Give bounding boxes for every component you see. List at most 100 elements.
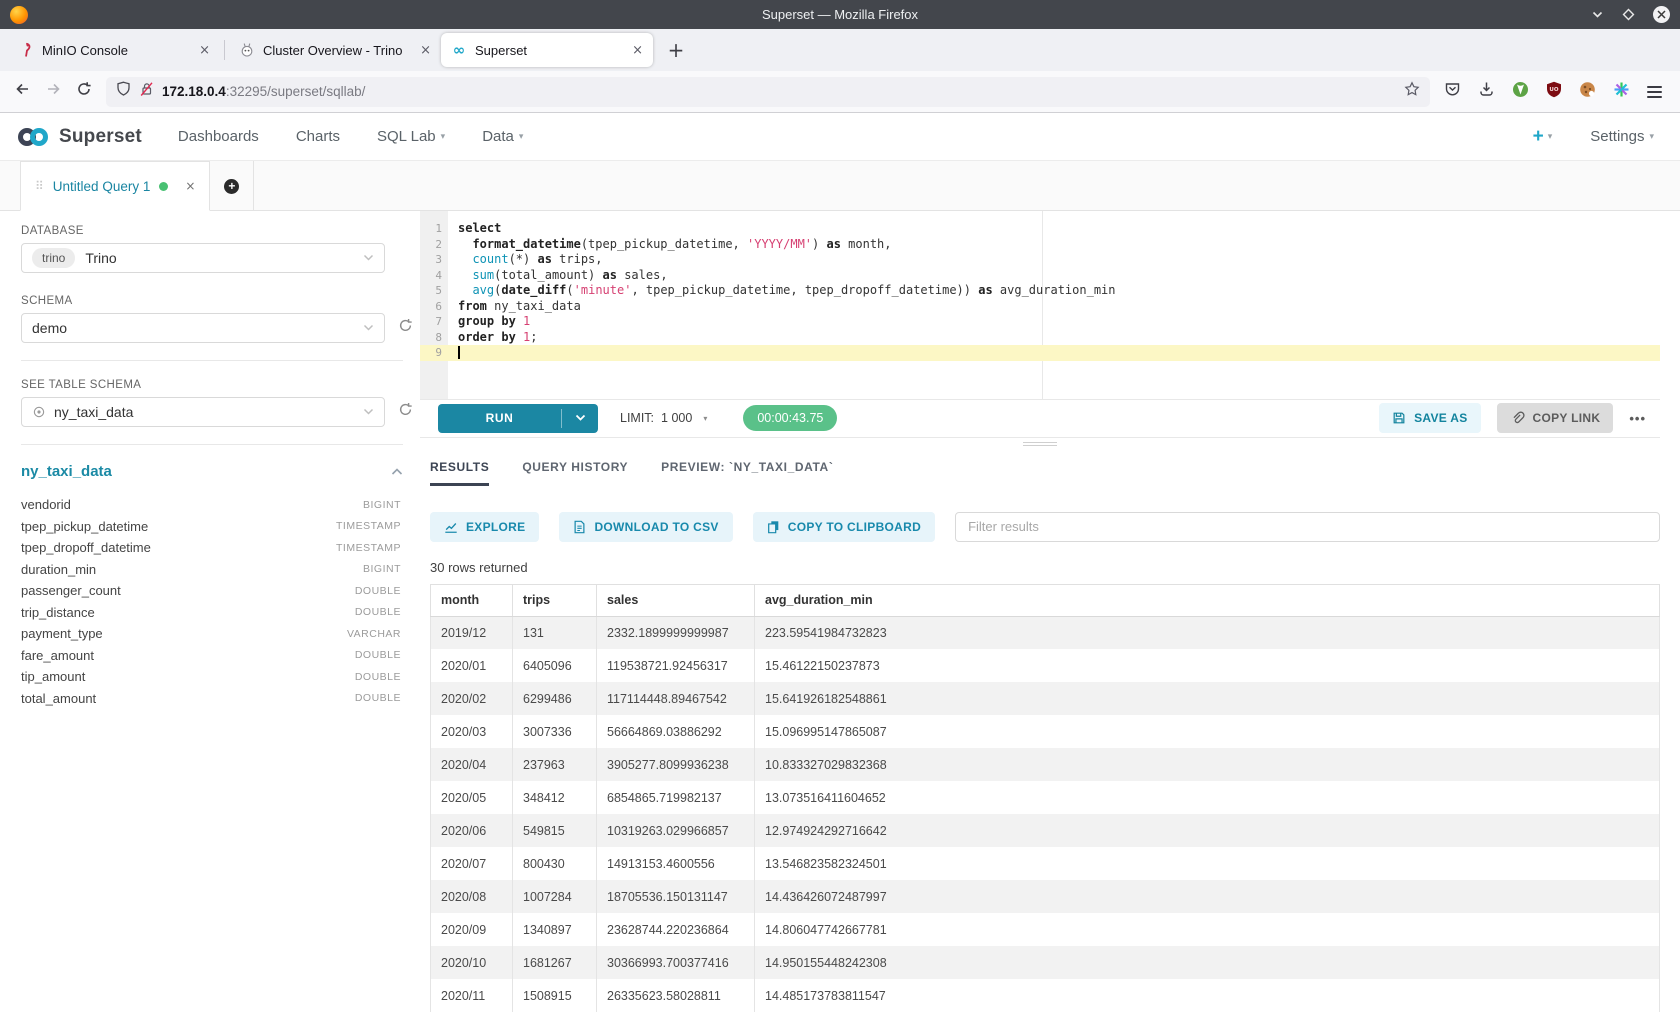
run-button[interactable]: RUN xyxy=(438,404,598,433)
sql-editor[interactable]: 1select2 format_datetime(tpep_pickup_dat… xyxy=(420,211,1660,399)
table-cell: 6299486 xyxy=(513,682,597,715)
superset-favicon-icon: ∞ xyxy=(451,42,467,58)
chevron-down-icon xyxy=(363,403,374,421)
pane-splitter[interactable] xyxy=(420,438,1660,450)
copy-clipboard-button[interactable]: COPY TO CLIPBOARD xyxy=(753,512,935,542)
database-select[interactable]: trino Trino xyxy=(21,243,385,273)
download-csv-button[interactable]: DOWNLOAD TO CSV xyxy=(559,512,732,542)
column-type: DOUBLE xyxy=(355,692,401,704)
limit-control[interactable]: LIMIT: 1 000 ▾ xyxy=(620,411,707,425)
privacy-badger-icon[interactable] xyxy=(1512,81,1529,103)
code-line: 6from ny_taxi_data xyxy=(420,299,1660,315)
schema-column-row: duration_minBIGINT xyxy=(21,559,401,581)
table-select[interactable]: ny_taxi_data xyxy=(21,397,385,427)
browser-tab-minio[interactable]: MinIO Console × xyxy=(8,33,220,67)
chevron-up-icon[interactable] xyxy=(391,467,403,476)
caret-down-icon: ▾ xyxy=(1548,132,1553,142)
code-text xyxy=(448,345,460,361)
browser-tab-superset[interactable]: ∞ Superset × xyxy=(441,33,653,67)
new-tab-button[interactable]: + xyxy=(661,35,691,65)
back-button[interactable] xyxy=(14,81,31,102)
insecure-lock-icon[interactable] xyxy=(139,81,154,102)
table-cell: 2020/09 xyxy=(431,913,513,946)
table-cell: 2019/12 xyxy=(431,616,513,649)
tab-preview-table[interactable]: PREVIEW: `NY_TAXI_DATA` xyxy=(661,449,833,485)
run-label[interactable]: RUN xyxy=(438,404,561,433)
menu-hamburger-icon[interactable] xyxy=(1647,83,1662,101)
copy-link-button[interactable]: COPY LINK xyxy=(1497,403,1614,433)
explore-button[interactable]: EXPLORE xyxy=(430,512,539,542)
reload-button[interactable] xyxy=(76,81,92,102)
download-csv-label: DOWNLOAD TO CSV xyxy=(594,520,718,534)
results-actions: EXPLORE DOWNLOAD TO CSV COPY TO CLIPBOAR… xyxy=(420,512,1660,542)
bookmark-star-icon[interactable] xyxy=(1404,81,1420,102)
forward-button[interactable] xyxy=(45,81,62,102)
column-type: TIMESTAMP xyxy=(336,520,401,532)
query-tab-active[interactable]: ⠿ Untitled Query 1 × xyxy=(20,161,210,211)
column-header[interactable]: avg_duration_min xyxy=(755,584,1660,616)
url-bar[interactable]: 172.18.0.4:32295/superset/sqllab/ xyxy=(106,77,1430,107)
tab-close-icon[interactable]: × xyxy=(199,44,210,57)
window-minimize-icon[interactable] xyxy=(1591,8,1604,21)
table-cell: 30366993.700377416 xyxy=(597,946,755,979)
table-row: 2019/121312332.1899999999987223.59541984… xyxy=(431,616,1660,649)
downloads-icon[interactable] xyxy=(1478,81,1495,102)
tab-query-history[interactable]: QUERY HISTORY xyxy=(522,449,628,485)
extension-asterisk-icon[interactable] xyxy=(1613,81,1630,103)
limit-label: LIMIT: xyxy=(620,411,654,425)
shield-icon[interactable] xyxy=(116,81,131,102)
window-maximize-icon[interactable] xyxy=(1622,8,1635,21)
schema-column-row: payment_typeVARCHAR xyxy=(21,623,401,645)
column-type: BIGINT xyxy=(363,563,401,575)
column-header[interactable]: trips xyxy=(513,584,597,616)
table-panel-header[interactable]: ny_taxi_data xyxy=(21,463,403,480)
splitter-handle-icon[interactable] xyxy=(1023,442,1057,446)
schema-value: demo xyxy=(32,320,67,336)
tab-results[interactable]: RESULTS xyxy=(430,449,489,485)
nav-item-data[interactable]: Data▾ xyxy=(482,128,523,145)
column-type: VARCHAR xyxy=(347,628,401,640)
chart-icon xyxy=(444,520,458,534)
table-cell: 348412 xyxy=(513,781,597,814)
nav-item-sql-lab[interactable]: SQL Lab▾ xyxy=(377,128,445,145)
plus-circle-icon: + xyxy=(224,179,239,194)
column-header[interactable]: sales xyxy=(597,584,755,616)
table-refresh-icon[interactable] xyxy=(398,402,413,422)
line-number: 5 xyxy=(420,283,448,299)
new-object-button[interactable]: +▾ xyxy=(1533,126,1553,148)
table-cell: 6854865.719982137 xyxy=(597,781,755,814)
superset-logo-link[interactable]: Superset xyxy=(16,124,142,150)
browser-tab-trino[interactable]: Cluster Overview - Trino × xyxy=(229,33,441,67)
nav-item-dashboards[interactable]: Dashboards xyxy=(178,128,259,145)
window-close-icon[interactable] xyxy=(1653,6,1670,23)
tab-close-icon[interactable]: × xyxy=(632,44,643,57)
schema-refresh-icon[interactable] xyxy=(398,318,413,338)
more-options-button[interactable]: ••• xyxy=(1629,411,1646,426)
add-query-tab-button[interactable]: + xyxy=(210,161,254,211)
tab-close-icon[interactable]: × xyxy=(420,44,431,57)
nav-item-charts[interactable]: Charts xyxy=(296,128,340,145)
table-cell: 56664869.03886292 xyxy=(597,715,755,748)
code-text: sum(total_amount) as sales, xyxy=(448,268,668,284)
run-dropdown-icon[interactable] xyxy=(562,404,598,433)
url-path: :32295/superset/sqllab/ xyxy=(226,84,366,99)
firefox-titlebar: Superset — Mozilla Firefox xyxy=(0,0,1680,29)
chevron-down-icon xyxy=(363,319,374,337)
schema-column-row: vendoridBIGINT xyxy=(21,494,401,516)
cookie-icon[interactable] xyxy=(1579,81,1596,103)
line-number: 6 xyxy=(420,299,448,315)
filter-results-input[interactable] xyxy=(955,512,1660,542)
schema-select[interactable]: demo xyxy=(21,313,385,343)
settings-menu[interactable]: Settings▾ xyxy=(1590,128,1654,145)
pocket-icon[interactable] xyxy=(1444,81,1461,102)
column-name: total_amount xyxy=(21,691,96,706)
column-header[interactable]: month xyxy=(431,584,513,616)
url-host: 172.18.0.4 xyxy=(162,84,226,99)
drag-handle-icon[interactable]: ⠿ xyxy=(35,179,44,193)
table-cell: 14913153.4600556 xyxy=(597,847,755,880)
ublock-icon[interactable]: UO xyxy=(1546,81,1562,103)
save-as-button[interactable]: SAVE AS xyxy=(1379,403,1480,433)
table-cell: 3905277.8099936238 xyxy=(597,748,755,781)
query-tabbar: ⠿ Untitled Query 1 × + xyxy=(0,161,1680,211)
query-tab-close-icon[interactable]: × xyxy=(185,179,195,193)
